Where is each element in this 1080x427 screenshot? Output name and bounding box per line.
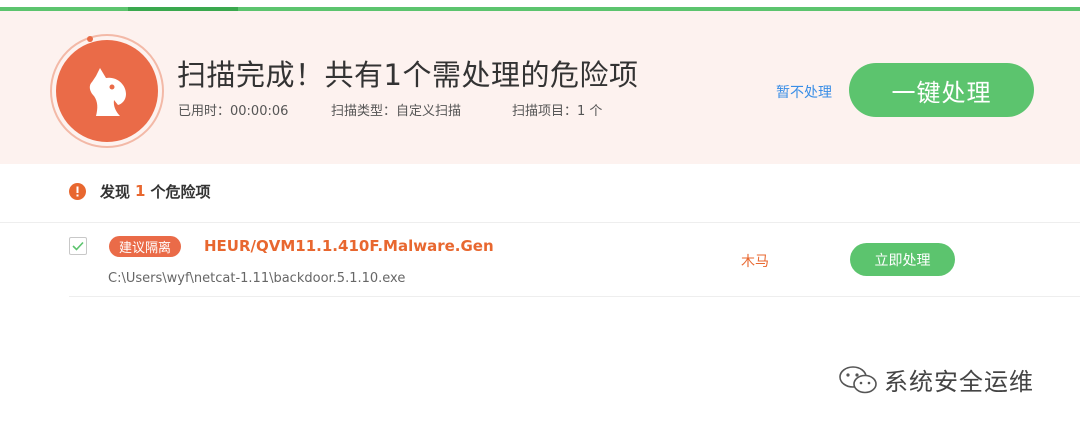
watermark: 系统安全运维 — [838, 362, 1034, 397]
threat-name: HEUR/QVM11.1.410F.Malware.Gen — [204, 237, 494, 255]
threat-count: 1 — [135, 182, 146, 200]
warning-icon — [69, 182, 86, 200]
one-key-fix-button[interactable]: 一键处理 — [849, 63, 1034, 117]
scan-items: 扫描项目：1 个 — [512, 104, 603, 119]
threat-checkbox[interactable] — [69, 237, 87, 255]
section-suffix: 个危险项 — [150, 182, 211, 201]
horse-head-icon — [56, 40, 158, 142]
scan-type: 扫描类型：自定义扫描 — [331, 104, 462, 119]
section-prefix: 发现 — [100, 182, 131, 201]
check-icon — [72, 241, 84, 251]
section-divider — [0, 222, 1080, 223]
threat-path: C:\Users\wyf\netcat-1.11\backdoor.5.1.10… — [108, 271, 406, 286]
handle-now-button[interactable]: 立即处理 — [850, 243, 955, 276]
threat-type: 木马 — [741, 254, 769, 270]
watermark-text: 系统安全运维 — [884, 368, 1034, 396]
row-divider — [69, 296, 1080, 297]
elapsed-time: 已用时：00:00:06 — [178, 104, 289, 119]
wechat-icon — [839, 365, 877, 393]
page-title: 扫描完成！共有1个需处理的危险项 — [177, 58, 639, 92]
ignore-link[interactable]: 暂不处理 — [776, 82, 832, 102]
section-header: 发现 1 个危险项 — [69, 180, 210, 202]
quarantine-tag: 建议隔离 — [109, 236, 182, 257]
